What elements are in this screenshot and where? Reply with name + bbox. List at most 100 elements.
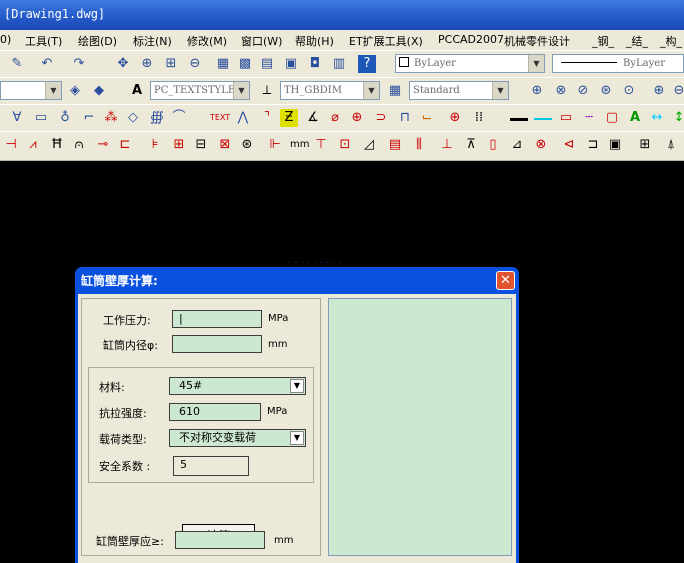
datum-icon[interactable]: ◇ — [124, 109, 142, 127]
tag-icon[interactable]: ⊐ — [584, 136, 602, 154]
target-icon[interactable]: ⊕ — [446, 109, 464, 127]
layer-states-icon[interactable]: ◈ — [66, 82, 84, 100]
multi-leader-icon[interactable]: ⋀ — [234, 109, 252, 127]
tree-icon[interactable]: ⍋ — [662, 136, 680, 154]
menu-item-structure[interactable]: _结_ — [626, 33, 648, 49]
sheet-set-icon[interactable]: ▣ — [282, 55, 300, 73]
flag-icon[interactable]: ⊿ — [508, 136, 526, 154]
menu-item-window[interactable]: 窗口(W) — [241, 33, 282, 49]
hatch-icon[interactable]: ⊼ — [462, 136, 480, 154]
ordinate-icon[interactable]: ⌙ — [418, 109, 436, 127]
redo-icon[interactable]: ↷ — [70, 55, 88, 73]
curve-icon[interactable]: ◿ — [360, 136, 378, 154]
hole-table-icon[interactable]: ⁂ — [102, 109, 120, 127]
layer-combo[interactable]: ByLayer ▼ — [395, 54, 545, 73]
menu-item-construct[interactable]: _构_ — [660, 33, 682, 49]
bore-input[interactable] — [172, 335, 262, 353]
menu-item-draw[interactable]: 绘图(D) — [78, 33, 117, 49]
diameter-icon[interactable]: ⌀ — [326, 109, 344, 127]
dim-style-icon[interactable]: ⟂ — [258, 82, 276, 100]
spring-icon[interactable]: ⩘ — [24, 136, 42, 154]
column-icon[interactable]: ▯ — [484, 136, 502, 154]
symbol-icon-1[interactable]: ⊣ — [2, 136, 20, 154]
zigzag-icon[interactable]: Ƶ — [280, 109, 298, 127]
menu-item-pccad[interactable]: PCCAD2007 — [438, 33, 504, 46]
safety-input[interactable]: 5 — [173, 456, 249, 476]
text-green-icon[interactable]: A — [626, 109, 644, 127]
tolerance-icon[interactable]: ∰ — [148, 109, 166, 127]
circle-cross-icon[interactable]: ⊗ — [532, 136, 550, 154]
line-black-icon[interactable] — [510, 118, 528, 121]
zoom-previous-icon[interactable]: ⊖ — [186, 55, 204, 73]
result-output[interactable] — [175, 531, 265, 549]
menu-item-machine-parts[interactable]: 机械零件设计 — [504, 33, 570, 49]
menu-item-dimension[interactable]: 标注(N) — [133, 33, 172, 49]
table-style-icon[interactable]: ▦ — [386, 82, 404, 100]
block-icon[interactable]: ▤ — [386, 136, 404, 154]
nut-icon[interactable]: ⊞ — [170, 136, 188, 154]
line-style-icon[interactable]: ▢ — [603, 109, 621, 127]
arc-dim-icon[interactable]: ⊃ — [372, 109, 390, 127]
dimstyle-combo[interactable]: TH_GBDIM ▼ — [280, 81, 380, 100]
markup-icon[interactable]: ◘ — [306, 55, 324, 73]
pencil-icon[interactable]: ✎ — [8, 55, 26, 73]
zoom-window-icon[interactable]: ⊞ — [162, 55, 180, 73]
workspace-combo[interactable]: ▼ — [0, 81, 62, 100]
shaft-icon[interactable]: ⫼ — [410, 136, 428, 154]
menu-item-modify[interactable]: 修改(M) — [187, 33, 227, 49]
zoom-extents-icon[interactable]: ⊗ — [552, 82, 570, 100]
line-red-icon[interactable]: ▭ — [557, 109, 575, 127]
grid-dots-icon[interactable]: ⁞⁞ — [470, 109, 488, 127]
dim-linear-icon[interactable]: ↔ — [648, 109, 666, 127]
zoom-scale-icon[interactable]: ⊛ — [597, 82, 615, 100]
zoom-all-icon[interactable]: ⊘ — [574, 82, 592, 100]
zoom-in-icon[interactable]: ⊕ — [528, 82, 546, 100]
text-icon[interactable]: TEXT — [210, 109, 230, 127]
bearing-icon[interactable]: ⊠ — [216, 136, 234, 154]
help-icon[interactable]: ? — [358, 55, 376, 73]
menu-item-steel[interactable]: _钢_ — [592, 33, 614, 49]
pin-icon[interactable]: ⊩ — [266, 136, 284, 154]
close-button[interactable]: ✕ — [496, 271, 515, 290]
menu-item-help[interactable]: 帮助(H) — [295, 33, 334, 49]
tablestyle-combo[interactable]: Standard ▼ — [409, 81, 509, 100]
line-dashed-icon[interactable]: ┄ — [580, 109, 598, 127]
layer-previous-icon[interactable]: ◆ — [90, 82, 108, 100]
thread-icon[interactable]: mm — [290, 136, 309, 154]
menu-item-tools[interactable]: 工具(T) — [25, 33, 62, 49]
rivet-icon[interactable]: ⊤ — [312, 136, 330, 154]
menu-item-partial[interactable]: 0) — [0, 33, 11, 46]
tool-palette-icon[interactable]: ▤ — [258, 55, 276, 73]
zoom-plus-icon[interactable]: ⊕ — [650, 82, 668, 100]
line-cyan-icon[interactable] — [534, 118, 552, 120]
camera-icon[interactable]: ▣ — [606, 136, 624, 154]
leader-icon[interactable]: ⌐ — [80, 109, 98, 127]
cross-section-icon[interactable]: ⊥ — [438, 136, 456, 154]
chain-icon[interactable]: ⊞ — [636, 136, 654, 154]
zoom-minus-icon[interactable]: ⊖ — [670, 82, 684, 100]
key-icon[interactable]: ⊸ — [94, 136, 112, 154]
menu-item-et-tools[interactable]: ET扩展工具(X) — [349, 33, 423, 49]
pressure-input[interactable]: | — [172, 310, 262, 328]
strength-input[interactable]: 610 — [169, 403, 261, 421]
corner-icon[interactable]: ⌝ — [258, 109, 276, 127]
calculator-icon[interactable]: ▥ — [330, 55, 348, 73]
gear-icon[interactable]: ⊛ — [238, 136, 256, 154]
pan-icon[interactable]: ✥ — [114, 55, 132, 73]
dim-vertical-icon[interactable]: ↕ — [670, 109, 684, 127]
profile-icon[interactable]: ⊓ — [396, 109, 414, 127]
design-center-icon[interactable]: ▩ — [236, 55, 254, 73]
angle-icon[interactable]: ∡ — [304, 109, 322, 127]
arc-leader-icon[interactable]: ⌒ — [170, 109, 188, 127]
material-select[interactable]: 45# ▼ — [169, 377, 306, 395]
zoom-center-icon[interactable]: ⊙ — [620, 82, 638, 100]
surface-finish-icon[interactable]: ♁ — [56, 109, 74, 127]
linetype-combo[interactable]: ByLayer — [552, 54, 684, 73]
seal-icon[interactable]: ⊡ — [336, 136, 354, 154]
bolt-icon[interactable]: ⊧ — [146, 136, 164, 154]
clamp-icon[interactable]: ⊏ — [116, 136, 134, 154]
zoom-realtime-icon[interactable]: ⊕ — [138, 55, 156, 73]
undo-icon[interactable]: ↶ — [38, 55, 56, 73]
shape-icon[interactable]: ⩀ — [70, 136, 88, 154]
weld-icon[interactable]: ∀ — [8, 109, 26, 127]
